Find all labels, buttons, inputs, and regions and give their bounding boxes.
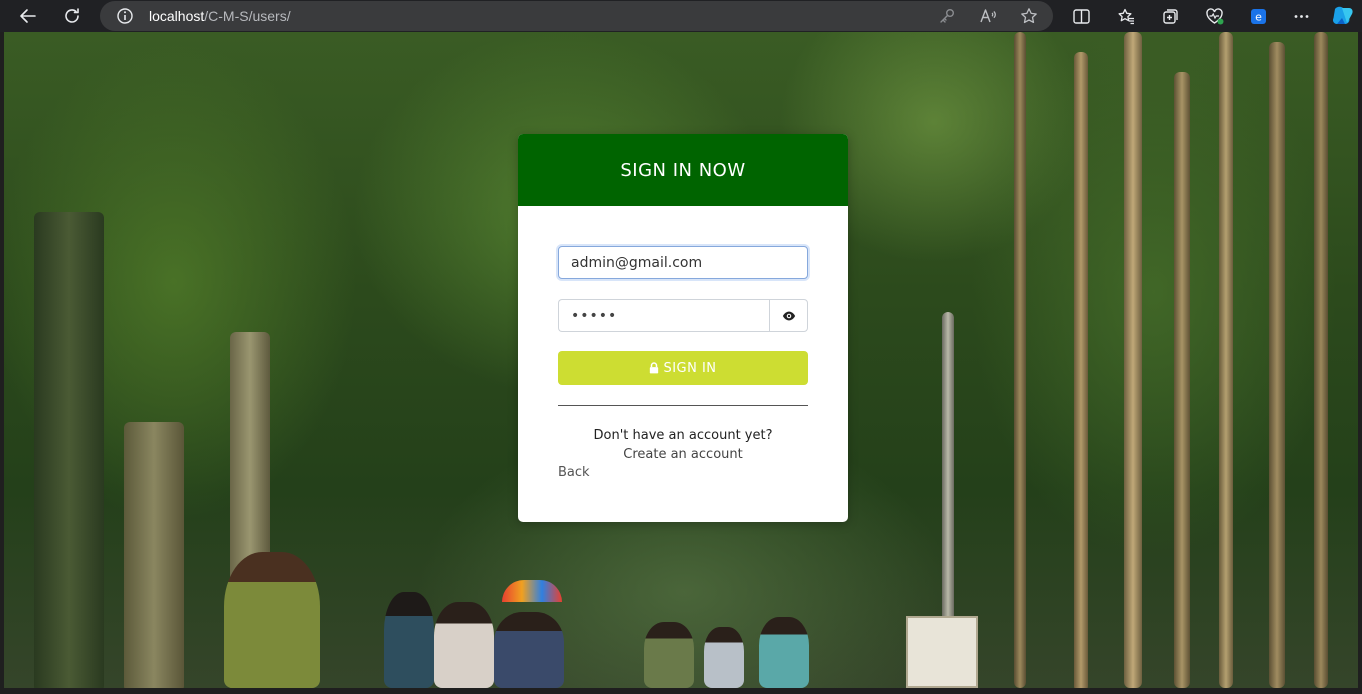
tree-trunk xyxy=(1269,42,1285,688)
tree-trunk xyxy=(1219,32,1233,688)
tree-trunk xyxy=(1124,32,1142,688)
divider xyxy=(558,405,808,406)
login-card-header: SIGN IN NOW xyxy=(518,134,848,206)
back-arrow-icon[interactable] xyxy=(15,3,41,29)
sign-board xyxy=(906,616,978,688)
more-menu-icon[interactable] xyxy=(1289,4,1313,28)
tree-trunk xyxy=(1074,52,1088,688)
collections-icon[interactable] xyxy=(1158,4,1182,28)
favorites-icon[interactable] xyxy=(1114,4,1138,28)
person-figure xyxy=(759,617,809,688)
site-info-icon[interactable] xyxy=(116,7,134,25)
split-screen-icon[interactable] xyxy=(1069,4,1093,28)
lock-icon xyxy=(650,362,659,374)
address-bar[interactable]: localhost/C-M-S/users/ xyxy=(100,1,1053,31)
read-aloud-icon[interactable] xyxy=(977,6,999,26)
back-link[interactable]: Back xyxy=(558,465,590,480)
browser-toolbar: localhost/C-M-S/users/ e xyxy=(0,0,1362,32)
person-figure xyxy=(644,622,694,688)
tree-trunk xyxy=(34,212,104,688)
password-group xyxy=(558,299,808,332)
key-icon[interactable] xyxy=(936,6,958,26)
no-account-text: Don't have an account yet? xyxy=(593,428,773,443)
email-input[interactable] xyxy=(558,246,808,279)
sign-in-button[interactable]: SIGN IN xyxy=(558,351,808,385)
person-figure xyxy=(494,612,564,688)
browser-essentials-icon[interactable] xyxy=(1202,4,1226,28)
tree-trunk xyxy=(1314,32,1328,688)
favorite-star-icon[interactable] xyxy=(1018,6,1040,26)
url-host: localhost xyxy=(149,8,205,24)
sign-in-label: SIGN IN xyxy=(663,360,717,376)
toggle-password-button[interactable] xyxy=(769,299,808,332)
umbrella-shape xyxy=(502,580,562,602)
svg-text:e: e xyxy=(1255,10,1262,23)
person-figure xyxy=(704,627,744,688)
copilot-icon[interactable] xyxy=(1330,3,1356,29)
tree-trunk xyxy=(1174,72,1190,688)
url-text: localhost/C-M-S/users/ xyxy=(149,7,291,25)
password-input[interactable] xyxy=(558,299,769,332)
person-figure xyxy=(224,552,320,688)
eye-icon xyxy=(782,311,795,320)
edge-extension-icon[interactable]: e xyxy=(1246,4,1270,28)
login-title: SIGN IN NOW xyxy=(620,159,746,181)
window-bottom-edge xyxy=(0,688,1362,694)
tree-trunk xyxy=(124,422,184,688)
url-path: /C-M-S/users/ xyxy=(204,8,291,24)
create-account-link[interactable]: Create an account xyxy=(518,447,848,462)
person-figure xyxy=(434,602,494,688)
refresh-icon[interactable] xyxy=(59,3,85,29)
page-background: SIGN IN NOW SIGN IN Don't have an accoun… xyxy=(4,32,1358,688)
person-figure xyxy=(384,592,434,688)
tree-trunk xyxy=(1014,32,1026,688)
login-card: SIGN IN NOW SIGN IN Don't have an accoun… xyxy=(518,134,848,522)
